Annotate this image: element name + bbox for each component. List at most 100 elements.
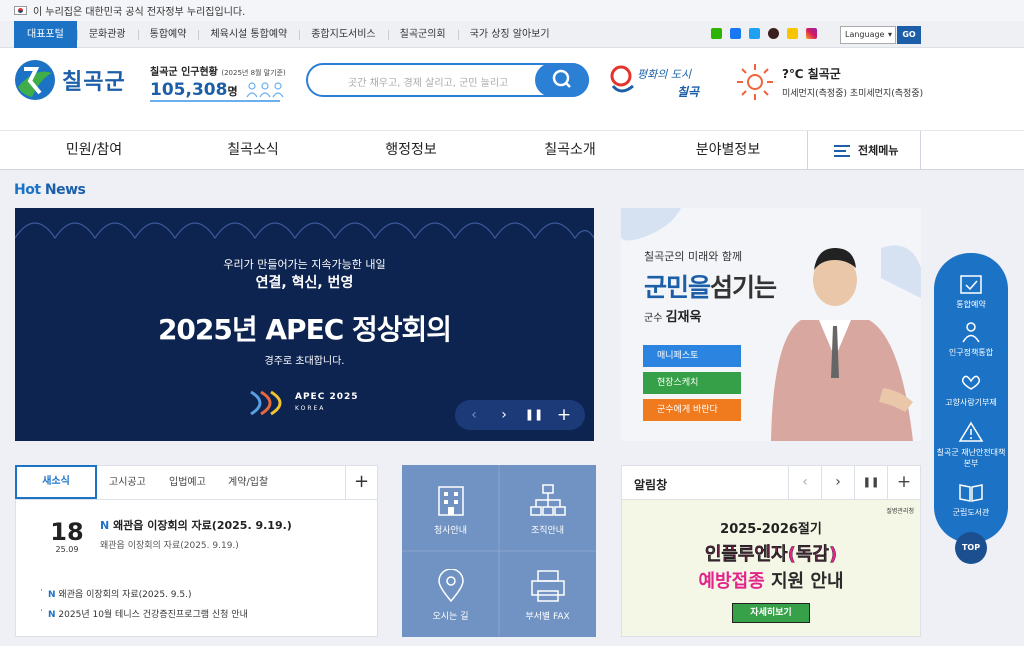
tab-legislation[interactable]: 입법예고 [169, 466, 206, 500]
banner-pause-icon[interactable]: ❚❚ [521, 400, 547, 430]
twitter-icon[interactable] [749, 28, 760, 39]
quick-library-label: 군립도서관 [952, 508, 990, 517]
feature-title[interactable]: N 왜관읍 이장회의 자료(2025. 9.19.) [100, 517, 292, 533]
org-chart-link[interactable]: 조직안내 [499, 465, 596, 551]
population-label: 칠곡군 인구현황 [150, 67, 218, 78]
feature-date: 18 25.09 [50, 519, 84, 554]
poster-more-button[interactable]: 자세히보기 [732, 603, 810, 623]
quick-population-policy[interactable]: 인구정책통합 [934, 321, 1008, 358]
scroll-top-button[interactable]: TOP [955, 532, 987, 564]
quick-library[interactable]: 군립도서관 [934, 481, 1008, 518]
notice-more-icon[interactable]: + [887, 466, 920, 499]
kakaotalk-icon[interactable] [768, 28, 779, 39]
population-value: 105,308 [150, 80, 228, 100]
gnb-intro[interactable]: 칠곡소개 [520, 131, 620, 170]
gnb-civil[interactable]: 민원/참여 [44, 131, 144, 170]
tab-notices[interactable]: 고시공고 [109, 466, 146, 500]
ask-mayor-button[interactable]: 군수에게 바란다 [643, 399, 741, 421]
tab-new-news[interactable]: 새소식 [15, 465, 97, 499]
slogan-text: 평화의 도시 [637, 68, 692, 81]
news-panel: 새소식 고시공고 입법예고 계약/입찰 + 18 25.09 N 왜관읍 이장회… [15, 465, 378, 637]
directions-link[interactable]: 오시는 길 [402, 551, 499, 637]
gnb-news[interactable]: 칠곡소식 [203, 131, 303, 170]
warning-icon [958, 421, 984, 442]
banner-controls: ‹ › ❚❚ + [455, 400, 585, 430]
gnb-fields[interactable]: 분야별정보 [678, 131, 778, 170]
search-box[interactable]: 곳간 채우고, 경제 살리고, 군민 늘리고 [306, 63, 589, 97]
notice-pause-icon[interactable]: ❚❚ [854, 466, 887, 499]
banner-subtitle: 경주로 초대합니다. [264, 356, 345, 367]
notice-next-icon[interactable]: › [821, 466, 854, 499]
top-nav-map[interactable]: 종합지도서비스 [299, 21, 387, 48]
apec-text: APEC 2025 [295, 392, 359, 402]
all-menu-button[interactable]: 전체메뉴 [807, 131, 921, 170]
mayor-line1: 칠곡군의 미래와 함께 [644, 250, 743, 263]
org-chart-icon [529, 484, 566, 516]
apec-logo-icon [250, 390, 282, 416]
search-button[interactable] [535, 63, 589, 97]
notice-prev-icon[interactable]: ‹ [788, 466, 821, 499]
manifesto-button[interactable]: 매니페스토 [643, 345, 741, 367]
weather-dust: 미세먼지(측정중) 초미세먼지(측정중) [782, 89, 924, 99]
quick-links-grid: 청사안내 조직안내 오시는 길 부서별 FAX [402, 465, 596, 637]
banner-title: 2025년 APEC 정상회의 [157, 313, 452, 346]
search-input[interactable]: 곳간 채우고, 경제 살리고, 군민 늘리고 [348, 74, 508, 89]
fax-link[interactable]: 부서별 FAX [499, 551, 596, 637]
news-list-item[interactable]: N 왜관읍 이장회의 자료(2025. 9.5.) [40, 586, 191, 600]
new-badge: N [100, 519, 110, 532]
field-sketch-button[interactable]: 현장스케치 [643, 372, 741, 394]
site-logo[interactable]: 칠곡군 [14, 59, 126, 101]
quick-population-label: 인구정책통합 [948, 348, 994, 357]
blog-icon[interactable] [711, 28, 722, 39]
top-nav-sports[interactable]: 체육시설 통합예약 [198, 21, 299, 48]
flu-vaccine-poster[interactable]: 질병관리청 2025-2026절기 인플루엔자(독감) 예방접종 지원 안내 자… [622, 500, 920, 636]
book-icon [959, 484, 983, 502]
banner-prev-icon[interactable]: ‹ [461, 400, 487, 430]
news-list-text: 2025년 10월 테니스 건강증진프로그램 신청 안내 [58, 610, 248, 620]
chilgok-logo-icon [15, 60, 55, 100]
directions-label: 오시는 길 [432, 612, 469, 622]
gnb-admin[interactable]: 행정정보 [361, 131, 461, 170]
news-more-button[interactable]: + [345, 466, 377, 500]
korea-flag-icon [14, 6, 27, 15]
sun-icon [737, 64, 773, 100]
apec-banner[interactable]: 우리가 만들어가는 지속가능한 내일 연결, 혁신, 번영 2025년 APEC… [15, 208, 594, 441]
building-info-link[interactable]: 청사안내 [402, 465, 499, 551]
banner-more-icon[interactable]: + [551, 400, 577, 430]
poster-influenza: 인플루엔자(독감) [704, 544, 838, 565]
svg-text:칠곡: 칠곡 [677, 85, 700, 99]
poster-vaccine-a: 예방접종 [698, 571, 765, 592]
top-nav-culture[interactable]: 문화관광 [76, 21, 138, 48]
news-list-item[interactable]: N 2025년 10월 테니스 건강증진프로그램 신청 안내 [40, 606, 248, 620]
quick-hometown-donation[interactable]: 고향사랑기부제 [934, 371, 1008, 408]
top-nav-symbol[interactable]: 국가 상징 알아보기 [457, 21, 562, 48]
side-quick-menu: 통합예약 인구정책통합 고향사랑기부제 칠곡군 재난안전대책본부 군립도서관 [934, 253, 1008, 543]
quick-disaster-safety[interactable]: 칠곡군 재난안전대책본부 [934, 421, 1008, 469]
new-badge: N [48, 590, 56, 600]
poster-vaccine: 예방접종 지원 안내 [622, 567, 920, 593]
notice-panel: 알림창 ‹ › ❚❚ + 질병관리청 2025-2026절기 인플루엔자(독감)… [621, 465, 921, 637]
mayor-banner[interactable]: 칠곡군의 미래와 함께 군민을섬기는 군수 김재욱 매니페스토 현장스케치 군수… [621, 208, 921, 441]
poster-season: 2025-2026절기 [720, 522, 822, 537]
feature-desc: 왜관읍 이장회의 자료(2025. 9.19.) [100, 541, 239, 551]
top-nav-council[interactable]: 칠곡군의회 [387, 21, 458, 48]
population-unit: 명 [227, 85, 238, 98]
quick-reservation[interactable]: 통합예약 [934, 273, 1008, 310]
language-select[interactable]: Language [840, 26, 896, 44]
instagram-icon[interactable] [806, 28, 817, 39]
tab-contracts[interactable]: 계약/입찰 [228, 466, 268, 500]
language-go-button[interactable]: GO [897, 26, 921, 44]
facebook-icon[interactable] [730, 28, 741, 39]
org-chart-label: 조직안내 [530, 526, 565, 536]
notice-title: 알림창 [634, 478, 668, 492]
kakaostory-icon[interactable] [787, 28, 798, 39]
weather-temperature: ?℃ 칠곡군 [782, 67, 841, 81]
quick-reservation-label: 통합예약 [956, 300, 986, 309]
poster-vaccine-b: 지원 안내 [764, 571, 844, 592]
top-nav-reservation[interactable]: 통합예약 [137, 21, 199, 48]
banner-next-icon[interactable]: › [491, 400, 517, 430]
feature-title-text: 왜관읍 이장회의 자료(2025. 9.19.) [113, 519, 292, 532]
logo-text: 칠곡군 [62, 70, 126, 95]
menu-icon [834, 145, 850, 157]
top-nav-portal[interactable]: 대표포털 [14, 21, 77, 48]
